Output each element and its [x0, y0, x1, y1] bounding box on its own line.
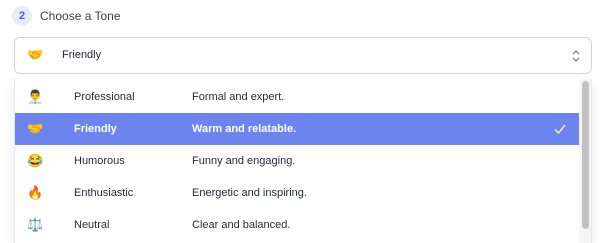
option-description: Funny and engaging. [192, 155, 296, 167]
balance-scale-icon: ⚖️ [27, 217, 44, 232]
handshake-icon: 🤝 [27, 47, 44, 62]
tone-dropdown-list: 👨‍💼 Professional Formal and expert. 🤝 Fr… [14, 79, 592, 243]
option-description: Clear and balanced. [192, 219, 291, 231]
option-description: Warm and relatable. [192, 123, 297, 135]
scrollbar-thumb[interactable] [582, 81, 589, 229]
checkmark-icon [554, 124, 566, 134]
handshake-icon: 🤝 [27, 121, 44, 136]
tone-select-value: Friendly [62, 49, 102, 61]
step-number-badge: 2 [12, 6, 32, 26]
chevron-up-down-icon[interactable] [571, 48, 581, 64]
option-name: Friendly [74, 123, 117, 135]
tone-option-professional[interactable]: 👨‍💼 Professional Formal and expert. [15, 81, 581, 113]
option-name: Enthusiastic [74, 187, 134, 199]
tone-select[interactable]: 🤝 Friendly [14, 37, 592, 74]
step-title: Choose a Tone [40, 9, 121, 23]
laughing-face-icon: 😂 [27, 153, 44, 168]
option-name: Humorous [74, 155, 125, 167]
businessman-icon: 👨‍💼 [27, 89, 44, 104]
step-header: 2 Choose a Tone [12, 6, 121, 26]
tone-option-enthusiastic[interactable]: 🔥 Enthusiastic Energetic and inspiring. [15, 177, 581, 209]
tone-option-humorous[interactable]: 😂 Humorous Funny and engaging. [15, 145, 581, 177]
scrollbar-track[interactable] [579, 79, 591, 243]
option-description: Energetic and inspiring. [192, 187, 307, 199]
option-name: Professional [74, 91, 135, 103]
tone-option-neutral[interactable]: ⚖️ Neutral Clear and balanced. [15, 209, 581, 241]
option-name: Neutral [74, 219, 110, 231]
tone-option-friendly[interactable]: 🤝 Friendly Warm and relatable. [15, 113, 581, 145]
fire-icon: 🔥 [27, 185, 44, 200]
option-description: Formal and expert. [192, 91, 285, 103]
